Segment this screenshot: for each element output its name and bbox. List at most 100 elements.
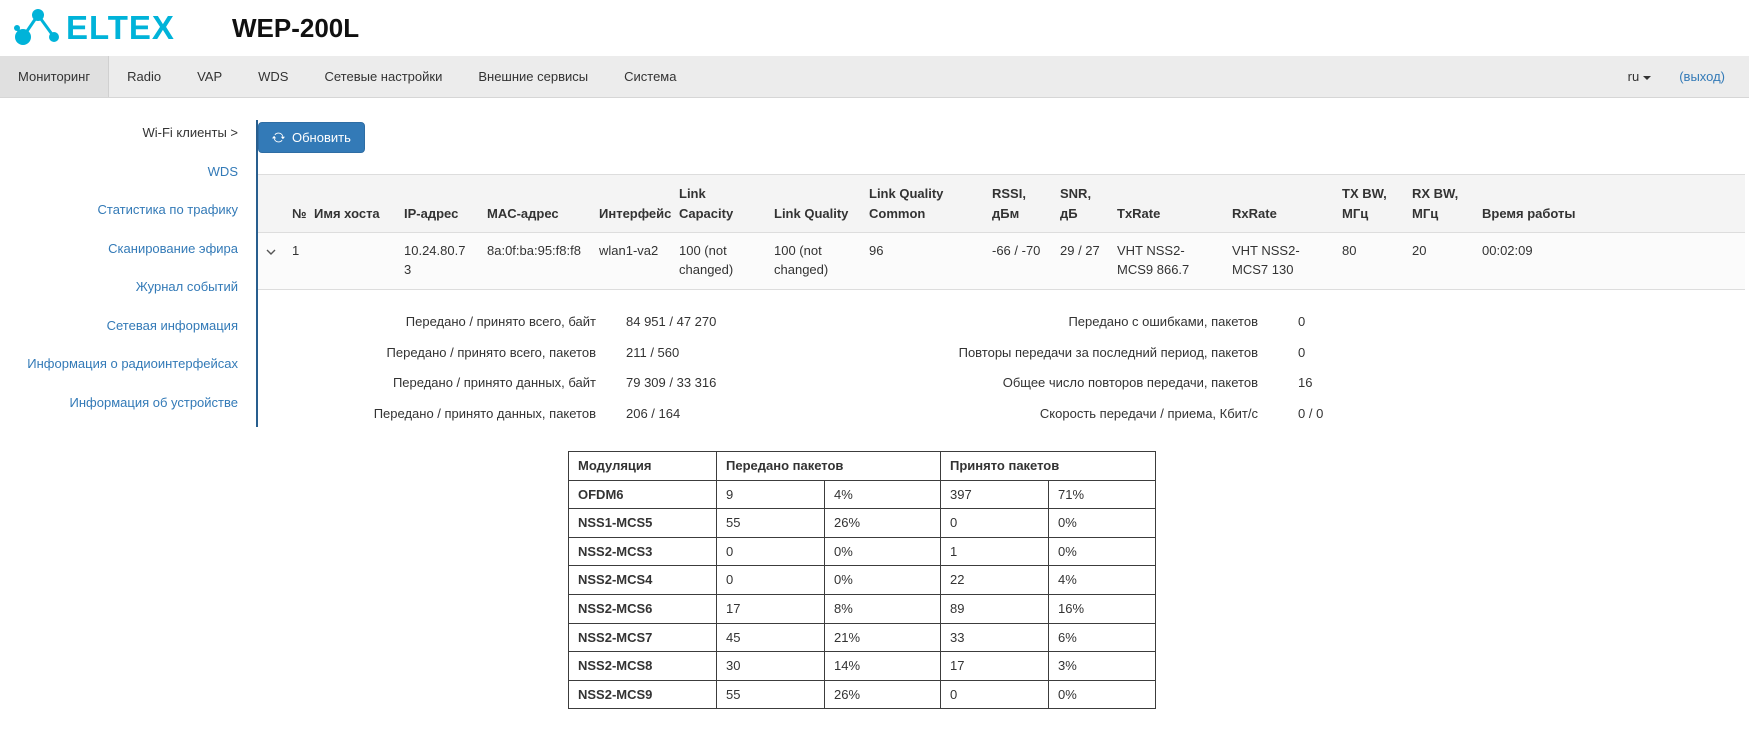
column-header-txrate: TxRate <box>1109 175 1224 233</box>
stat-label: Передано / принято данных, байт <box>258 375 596 392</box>
modulation-rx-count: 0 <box>941 509 1049 538</box>
column-header-ip: IP-адрес <box>396 175 479 233</box>
main-panel: Обновить № Имя хоста IP-адрес MAC-адрес … <box>258 120 1749 749</box>
logout-link[interactable]: (выход) <box>1679 69 1725 84</box>
refresh-button-label: Обновить <box>292 130 351 145</box>
client-rssi: -66 / -70 <box>984 233 1052 290</box>
chevron-down-icon <box>266 243 276 258</box>
client-rx-bw: 20 <box>1404 233 1474 290</box>
refresh-button[interactable]: Обновить <box>258 122 365 153</box>
modulation-name: NSS2-MCS8 <box>569 652 717 681</box>
language-selector[interactable]: ru <box>1628 69 1652 84</box>
stat-value: 84 951 / 47 270 <box>626 314 716 331</box>
client-row[interactable]: 1 10.24.80.73 8a:0f:ba:95:f8:f8 wlan1-va… <box>258 233 1745 290</box>
column-header-rssi: RSSI, дБм <box>984 175 1052 233</box>
modulation-name: NSS2-MCS6 <box>569 594 717 623</box>
stat-value: 211 / 560 <box>626 345 679 362</box>
modulation-row: NSS1-MCS5 55 26% 0 0% <box>569 509 1156 538</box>
stat-row: Общее число повторов передачи, пакетов 1… <box>758 375 1438 392</box>
sidebar-item-wds[interactable]: WDS <box>12 163 238 181</box>
stats-column-right: Передано с ошибками, пакетов 0 Повторы п… <box>758 314 1438 438</box>
modulation-name: NSS2-MCS4 <box>569 566 717 595</box>
client-interface: wlan1-va2 <box>591 233 671 290</box>
stat-row: Повторы передачи за последний период, па… <box>758 345 1438 362</box>
sidebar-item-wifi-clients[interactable]: Wi-Fi клиенты > <box>12 124 238 142</box>
stat-value: 79 309 / 33 316 <box>626 375 716 392</box>
modulation-tx-pct: 0% <box>825 566 941 595</box>
modulation-row: OFDM6 9 4% 397 71% <box>569 480 1156 509</box>
tab-monitoring[interactable]: Мониторинг <box>0 56 109 97</box>
stat-label: Передано / принято всего, байт <box>258 314 596 331</box>
top-header: ELTEX WEP-200L <box>0 0 1749 56</box>
tab-network-settings[interactable]: Сетевые настройки <box>306 56 460 97</box>
modulation-tx-pct: 8% <box>825 594 941 623</box>
stat-label: Скорость передачи / приема, Кбит/с <box>758 406 1258 423</box>
modulation-row: NSS2-MCS7 45 21% 33 6% <box>569 623 1156 652</box>
tab-system[interactable]: Система <box>606 56 694 97</box>
client-txrate: VHT NSS2-MCS9 866.7 <box>1109 233 1224 290</box>
client-link-capacity: 100 (not changed) <box>671 233 766 290</box>
column-header-link-capacity: Link Capacity <box>671 175 766 233</box>
modulation-header-rx: Принято пакетов <box>941 452 1156 481</box>
clients-table: № Имя хоста IP-адрес MAC-адрес Интерфейс… <box>258 174 1745 290</box>
modulation-tx-pct: 21% <box>825 623 941 652</box>
modulation-row: NSS2-MCS6 17 8% 89 16% <box>569 594 1156 623</box>
modulation-tx-count: 9 <box>717 480 825 509</box>
modulation-tx-count: 0 <box>717 566 825 595</box>
sidebar-item-radio-interfaces-info[interactable]: Информация о радиоинтерфейсах <box>12 355 238 373</box>
tab-radio[interactable]: Radio <box>109 56 179 97</box>
column-header-hostname: Имя хоста <box>306 175 396 233</box>
sidebar-item-event-log[interactable]: Журнал событий <box>12 278 238 296</box>
stat-value: 206 / 164 <box>626 406 680 423</box>
column-header-mac: MAC-адрес <box>479 175 591 233</box>
stat-label: Передано с ошибками, пакетов <box>758 314 1258 331</box>
stat-label: Передано / принято всего, пакетов <box>258 345 596 362</box>
refresh-icon <box>272 131 285 144</box>
modulation-tx-pct: 0% <box>825 537 941 566</box>
sidebar-item-air-scan[interactable]: Сканирование эфира <box>12 240 238 258</box>
modulation-rx-count: 22 <box>941 566 1049 595</box>
stat-row: Передано / принято данных, пакетов 206 /… <box>258 406 758 423</box>
column-header-link-quality: Link Quality <box>766 175 861 233</box>
sidebar-item-device-info[interactable]: Информация об устройстве <box>12 394 238 412</box>
column-header-uptime: Время работы <box>1474 175 1745 233</box>
modulation-tx-count: 45 <box>717 623 825 652</box>
column-header-expand <box>258 175 284 233</box>
stat-value: 16 <box>1298 375 1312 392</box>
client-link-quality-common: 96 <box>861 233 984 290</box>
modulation-rx-count: 17 <box>941 652 1049 681</box>
modulation-rx-count: 89 <box>941 594 1049 623</box>
stat-value: 0 / 0 <box>1298 406 1323 423</box>
modulation-tx-pct: 26% <box>825 680 941 709</box>
client-tx-bw: 80 <box>1334 233 1404 290</box>
tab-external-services[interactable]: Внешние сервисы <box>460 56 606 97</box>
sidebar-item-network-info[interactable]: Сетевая информация <box>12 317 238 335</box>
sidebar-item-traffic-statistics[interactable]: Статистика по трафику <box>12 201 238 219</box>
modulation-rx-pct: 0% <box>1049 537 1156 566</box>
stat-label: Повторы передачи за последний период, па… <box>758 345 1258 362</box>
column-header-rx-bw: RX BW, МГц <box>1404 175 1474 233</box>
modulation-name: NSS2-MCS3 <box>569 537 717 566</box>
stat-value: 0 <box>1298 314 1305 331</box>
modulation-tx-count: 0 <box>717 537 825 566</box>
stat-row: Передано с ошибками, пакетов 0 <box>758 314 1438 331</box>
modulation-rx-pct: 6% <box>1049 623 1156 652</box>
sidebar-menu: Wi-Fi клиенты > WDS Статистика по трафик… <box>0 120 258 427</box>
modulation-name: NSS2-MCS7 <box>569 623 717 652</box>
clients-table-header-row: № Имя хоста IP-адрес MAC-адрес Интерфейс… <box>258 175 1745 233</box>
device-title: WEP-200L <box>232 13 359 44</box>
stat-row: Скорость передачи / приема, Кбит/с 0 / 0 <box>758 406 1438 423</box>
column-header-interface: Интерфейс <box>591 175 671 233</box>
client-num: 1 <box>284 233 306 290</box>
modulation-tx-count: 30 <box>717 652 825 681</box>
tab-vap[interactable]: VAP <box>179 56 240 97</box>
modulation-row: NSS2-MCS8 30 14% 17 3% <box>569 652 1156 681</box>
column-header-rxrate: RxRate <box>1224 175 1334 233</box>
collapse-row-button[interactable] <box>258 233 284 290</box>
modulation-row: NSS2-MCS3 0 0% 1 0% <box>569 537 1156 566</box>
column-header-tx-bw: TX BW, МГц <box>1334 175 1404 233</box>
stat-row: Передано / принято всего, байт 84 951 / … <box>258 314 758 331</box>
tab-wds[interactable]: WDS <box>240 56 306 97</box>
modulation-row: NSS2-MCS4 0 0% 22 4% <box>569 566 1156 595</box>
modulation-table: Модуляция Передано пакетов Принято пакет… <box>568 451 1156 709</box>
